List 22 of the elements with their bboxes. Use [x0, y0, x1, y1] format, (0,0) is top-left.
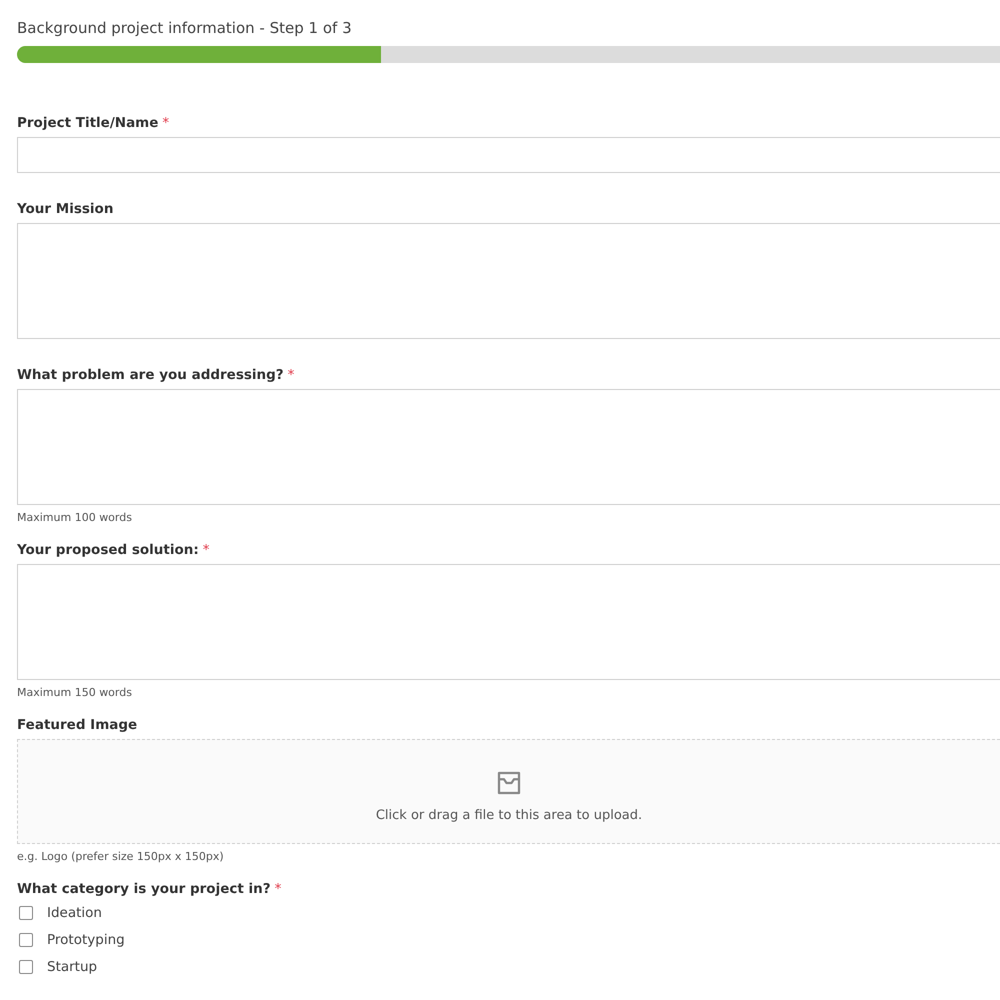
checkbox[interactable]: [19, 932, 33, 946]
checkbox[interactable]: [19, 960, 33, 974]
field-hint: Maximum 150 words: [17, 686, 133, 700]
field-label: Featured Image: [17, 717, 138, 734]
field-label: What problem are you addressing? *: [17, 367, 294, 384]
field-label: What category is your project in? *: [17, 881, 282, 898]
text-area[interactable]: [17, 564, 1000, 680]
field-hint: Maximum 100 words: [17, 511, 133, 525]
field-label: Your proposed solution: *: [17, 542, 210, 559]
field-hint: e.g. Logo (prefer size 150px x 150px): [17, 850, 225, 864]
checkbox-label[interactable]: Startup: [47, 958, 98, 974]
upload-area[interactable]: Click or drag a file to this area to upload.: [17, 739, 1000, 844]
field-label: Project Title/Name *: [17, 115, 170, 132]
checkbox-label[interactable]: Ideation: [47, 904, 102, 920]
text-area[interactable]: [17, 223, 1000, 339]
field-label: Your Mission: [17, 201, 114, 218]
input-field[interactable]: [17, 137, 1000, 173]
text-area[interactable]: [17, 389, 1000, 505]
upload-prompt: Click or drag a file to this area to upload.: [376, 808, 642, 823]
checkbox-label[interactable]: Prototyping: [47, 932, 125, 948]
step-title: Background project information - Step 1 of 3: [17, 18, 353, 39]
checkbox[interactable]: [19, 906, 33, 920]
